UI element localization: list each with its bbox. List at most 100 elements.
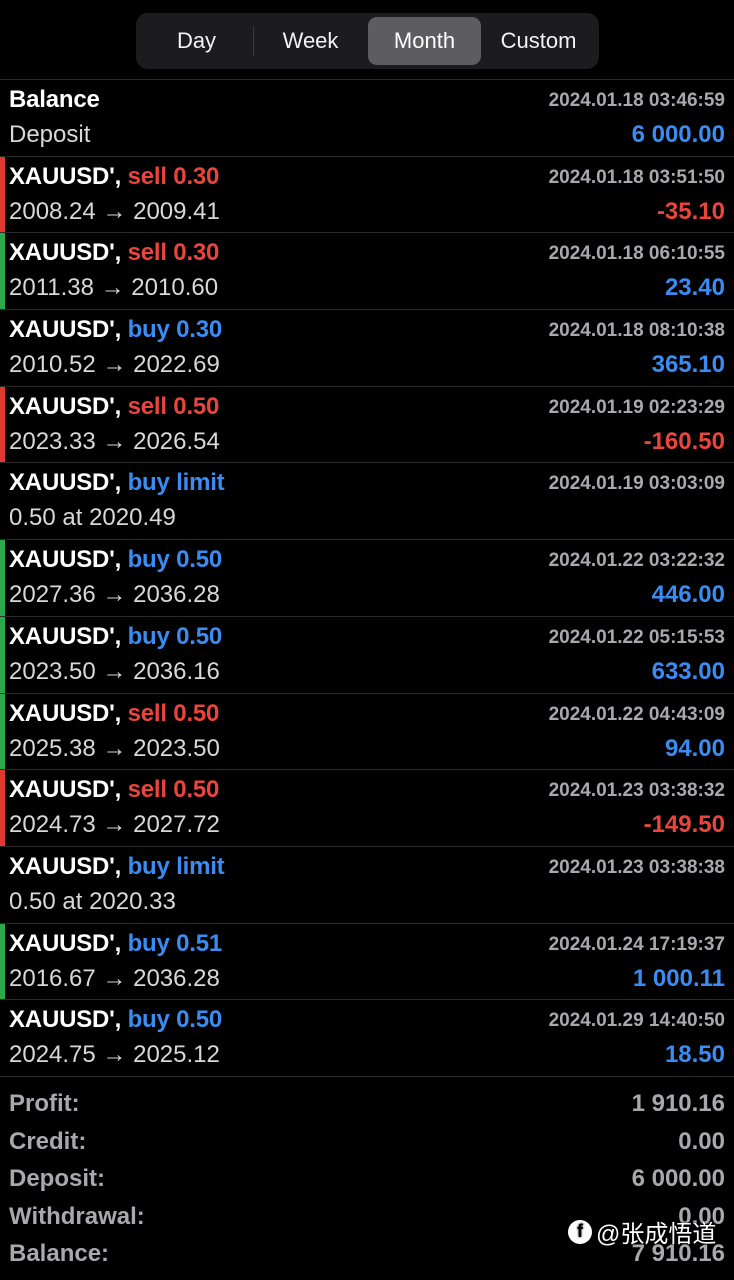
facebook-icon: f [568, 1219, 592, 1244]
trade-separator: , [114, 239, 128, 267]
trade-prices: 2027.36 → 2036.28 [9, 581, 220, 609]
trade-title: XAUUSD', buy 0.50 [9, 546, 222, 574]
trade-profit: -149.50 [643, 811, 725, 839]
trade-time: 2024.01.19 02:23:29 [548, 396, 725, 418]
trade-time: 2024.01.18 06:10:55 [548, 243, 725, 265]
trade-row[interactable]: XAUUSD', sell 0.50 2023.33 → 2026.54 2024.… [0, 386, 734, 464]
tab-day[interactable]: Day [140, 17, 253, 65]
trade-action: buy 0.50 [127, 1006, 223, 1034]
trade-row[interactable]: XAUUSD', buy 0.50 2023.50 → 2036.16 2024.0… [0, 616, 734, 694]
result-indicator-bar [0, 233, 5, 310]
tab-week[interactable]: Week [254, 17, 367, 65]
summary-label: Credit: [9, 1127, 87, 1155]
trade-row[interactable]: XAUUSD', sell 0.30 2011.38 → 2010.60 2024.… [0, 233, 734, 311]
trade-separator: , [114, 852, 128, 880]
trade-row[interactable]: XAUUSD', sell 0.30 2008.24 → 2009.41 2024.… [0, 156, 734, 234]
result-indicator-bar [0, 770, 5, 846]
trade-row[interactable]: XAUUSD', buy 0.50 2027.36 → 2036.28 2024.0… [0, 540, 734, 617]
trade-row[interactable]: XAUUSD', buy 0.51 2016.67 → 2036.28 2024.0… [0, 923, 734, 1001]
trade-symbol: XAUUSD' [9, 1006, 115, 1034]
trade-profit: 1 000.11 [632, 964, 725, 992]
trade-action: buy limit [127, 852, 225, 880]
result-indicator-bar [0, 386, 5, 463]
watermark: f @张成悟道 [568, 1214, 716, 1249]
trade-prices: 2024.73 → 2027.72 [9, 811, 220, 839]
trade-title: XAUUSD', sell 0.30 [9, 239, 219, 267]
trade-separator: , [114, 929, 128, 957]
trade-time: 2024.01.23 03:38:32 [548, 780, 725, 802]
summary-value: 6 000.00 [631, 1165, 725, 1192]
trade-prices: 2010.52 → 2022.69 [9, 351, 220, 379]
trade-symbol: XAUUSD' [9, 929, 115, 957]
trade-profit: -35.10 [656, 197, 725, 225]
trade-symbol: XAUUSD' [9, 162, 115, 190]
balance-title: Balance [9, 86, 100, 113]
trade-action: sell 0.50 [127, 699, 220, 727]
trade-action: sell 0.50 [127, 776, 220, 804]
trade-row[interactable]: XAUUSD', sell 0.50 2024.73 → 2027.72 2024.… [0, 770, 734, 847]
trade-prices: 2023.33 → 2026.54 [9, 427, 220, 455]
trade-profit: 23.40 [664, 274, 725, 302]
trade-prices: 2025.38 → 2023.50 [9, 734, 220, 762]
trade-symbol: XAUUSD' [9, 776, 115, 804]
balance-deposit-row[interactable]: Balance Deposit 2024.01.18 03:46:59 6 00… [0, 80, 734, 157]
balance-amount: 6 000.00 [631, 121, 725, 148]
summary-label: Profit: [9, 1090, 80, 1117]
summary-value: 0.00 [678, 1127, 725, 1155]
period-segmented-control: Day Week Month Custom [136, 13, 599, 69]
trade-profit: 18.50 [664, 1041, 725, 1069]
trade-separator: , [114, 699, 128, 727]
trade-symbol: XAUUSD' [9, 316, 115, 344]
trade-title: XAUUSD', sell 0.50 [9, 700, 219, 728]
result-indicator-bar [0, 156, 5, 233]
history-list: Balance Deposit 2024.01.18 03:46:59 6 00… [0, 79, 734, 1077]
trade-title: XAUUSD', sell 0.30 [9, 163, 219, 191]
summary-label: Withdrawal: [9, 1202, 145, 1230]
trade-profit: -160.50 [643, 427, 725, 455]
trade-row[interactable]: XAUUSD', buy limit 0.50 at 2020.33 2024.01… [0, 847, 734, 924]
summary-row-credit: Credit: 0.00 [0, 1125, 734, 1163]
trade-prices: 2008.24 → 2009.41 [9, 197, 220, 225]
summary-value: 1 910.16 [631, 1090, 725, 1117]
trade-title: XAUUSD', buy 0.51 [9, 930, 222, 958]
trade-separator: , [114, 316, 128, 344]
trade-separator: , [114, 469, 128, 497]
trade-profit: 633.00 [651, 657, 725, 685]
trade-title: XAUUSD', buy limit [9, 469, 225, 497]
trade-profit: 365.10 [651, 351, 725, 379]
trade-prices: 0.50 at 2020.49 [9, 504, 176, 532]
trade-separator: , [114, 776, 128, 804]
trade-separator: , [114, 1006, 128, 1034]
trade-row[interactable]: XAUUSD', buy 0.50 2024.75 → 2025.12 2024.0… [0, 1000, 734, 1077]
trade-profit: 94.00 [664, 734, 725, 762]
trade-time: 2024.01.23 03:38:38 [548, 856, 725, 878]
trade-row[interactable]: XAUUSD', sell 0.50 2025.38 → 2023.50 2024.… [0, 693, 734, 771]
trade-action: buy 0.30 [127, 316, 223, 344]
trade-row[interactable]: XAUUSD', buy 0.30 2010.52 → 2022.69 2024.0… [0, 310, 734, 387]
trade-title: XAUUSD', buy limit [9, 852, 225, 881]
trade-time: 2024.01.18 08:10:38 [548, 320, 725, 342]
trade-symbol: XAUUSD' [9, 239, 115, 267]
trade-symbol: XAUUSD' [9, 469, 115, 497]
trade-time: 2024.01.29 14:40:50 [548, 1010, 725, 1032]
trade-action: sell 0.30 [127, 162, 220, 190]
trade-action: buy 0.50 [127, 546, 223, 574]
trade-action: buy 0.51 [127, 929, 223, 957]
trade-title: XAUUSD', buy 0.30 [9, 316, 222, 344]
summary-row-deposit: Deposit: 6 000.00 [0, 1162, 734, 1200]
result-indicator-bar [0, 923, 5, 1000]
trade-prices: 2011.38 → 2010.60 [9, 274, 219, 302]
trade-title: XAUUSD', sell 0.50 [9, 393, 219, 421]
trade-row[interactable]: XAUUSD', buy limit 0.50 at 2020.49 2024.01… [0, 463, 734, 541]
trade-symbol: XAUUSD' [9, 699, 115, 727]
tab-custom[interactable]: Custom [482, 17, 595, 65]
balance-time: 2024.01.18 03:46:59 [548, 90, 725, 111]
tab-month[interactable]: Month [368, 17, 481, 65]
trade-profit: 446.00 [651, 581, 725, 609]
summary-row-profit: Profit: 1 910.16 [0, 1087, 734, 1125]
trade-title: XAUUSD', buy 0.50 [9, 1006, 222, 1034]
trade-prices: 2016.67 → 2036.28 [9, 964, 220, 992]
trade-action: buy limit [127, 469, 225, 497]
trade-prices: 0.50 at 2020.33 [9, 887, 176, 915]
trade-time: 2024.01.18 03:51:50 [548, 166, 725, 188]
